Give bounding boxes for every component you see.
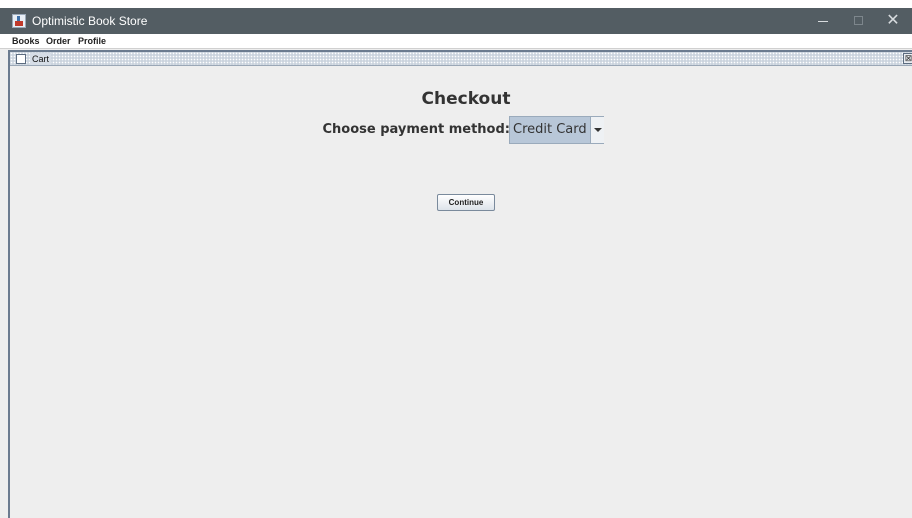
cart-frame-content: Checkout Choose payment method: Credit C…: [10, 67, 912, 518]
app-window: Optimistic Book Store ✕ Books Order Prof…: [0, 0, 912, 518]
payment-method-value: Credit Card: [513, 122, 587, 137]
frame-close-icon: ⊠: [904, 53, 912, 63]
screen-top-strip: [0, 0, 912, 8]
title-bar[interactable]: Optimistic Book Store ✕: [0, 8, 912, 34]
cart-frame-title: Cart: [30, 53, 52, 65]
minimize-button[interactable]: [806, 8, 840, 34]
window-title: Optimistic Book Store: [32, 14, 148, 28]
maximize-button[interactable]: [842, 8, 876, 34]
menu-books[interactable]: Books: [12, 35, 40, 47]
cart-frame-title-bar[interactable]: Cart ⊠: [10, 52, 912, 66]
minimize-icon: [818, 21, 828, 22]
payment-method-select[interactable]: Credit Card: [509, 116, 604, 144]
menu-order[interactable]: Order: [46, 35, 71, 47]
close-icon: ✕: [886, 12, 900, 29]
checkout-title: Checkout: [421, 89, 511, 109]
menu-bar: Books Order Profile: [0, 34, 912, 49]
maximize-icon: [854, 16, 863, 25]
frame-close-button[interactable]: ⊠: [903, 53, 912, 64]
continue-button[interactable]: Continue: [437, 194, 495, 211]
menu-profile[interactable]: Profile: [78, 35, 106, 47]
chevron-down-icon[interactable]: [590, 117, 604, 143]
close-button[interactable]: ✕: [876, 8, 910, 34]
frame-icon[interactable]: [16, 54, 26, 64]
java-app-icon: [12, 14, 26, 28]
payment-method-label: Choose payment method:: [322, 122, 510, 137]
